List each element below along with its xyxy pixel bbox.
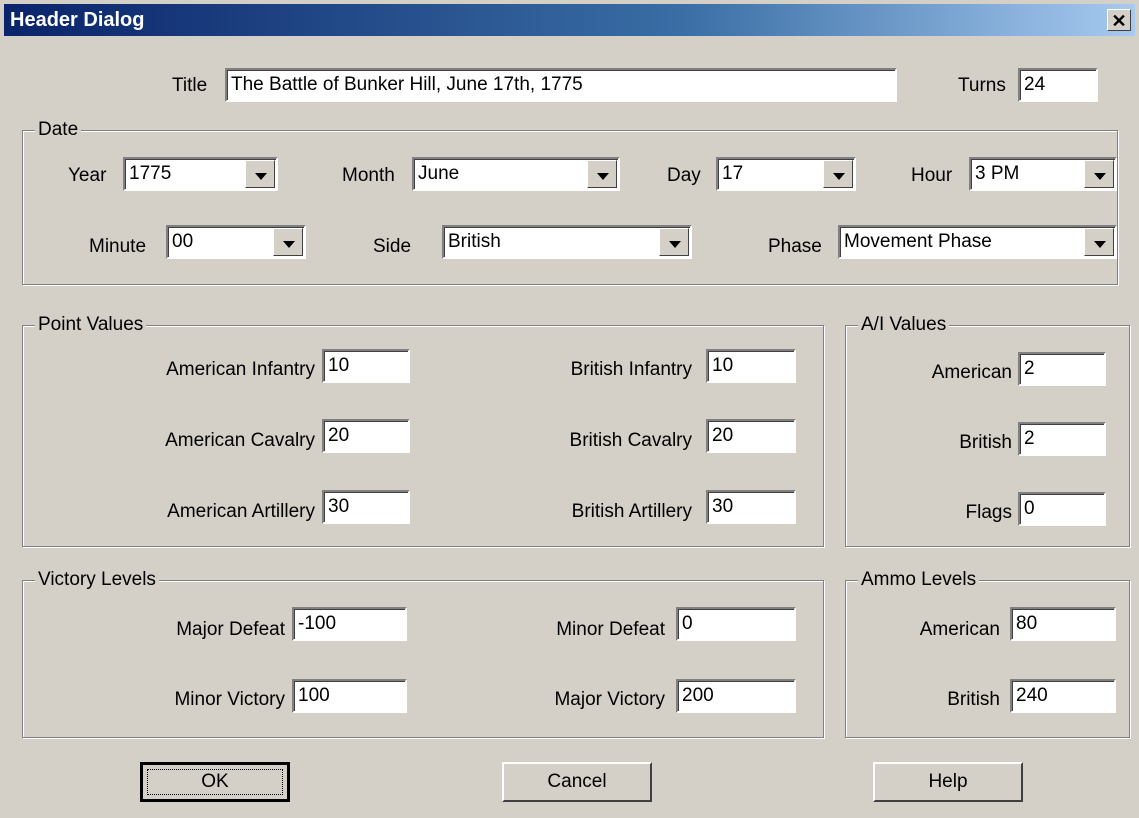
british-cavalry-value: 20 [712, 425, 734, 446]
side-label: Side [373, 236, 412, 257]
american-infantry-label: American Infantry [166, 359, 315, 380]
chevron-down-icon[interactable] [273, 228, 303, 256]
major-defeat-label: Major Defeat [176, 619, 285, 640]
phase-select[interactable]: Movement Phase [838, 225, 1117, 259]
ammo-american-input[interactable]: 80 [1010, 607, 1116, 641]
phase-label: Phase [768, 236, 822, 257]
minor-victory-label: Minor Victory [174, 689, 285, 710]
ammo-british-input[interactable]: 240 [1010, 679, 1116, 713]
minor-defeat-value: 0 [682, 613, 693, 634]
ai-flags-value: 0 [1024, 498, 1035, 519]
title-input-value: The Battle of Bunker Hill, June 17th, 17… [231, 74, 583, 95]
date-group: Date [22, 118, 1118, 285]
turns-input-value: 24 [1024, 74, 1046, 95]
british-artillery-label: British Artillery [571, 501, 692, 522]
help-button[interactable]: Help [873, 762, 1023, 802]
close-icon: ✕ [1111, 11, 1127, 31]
ammo-american-label: American [919, 619, 1000, 640]
chevron-down-icon[interactable] [245, 160, 275, 188]
british-infantry-value: 10 [712, 355, 734, 376]
british-infantry-label: British Infantry [570, 359, 692, 380]
ai-values-legend: A/I Values [858, 313, 950, 337]
minute-label: Minute [89, 236, 147, 257]
ai-flags-input[interactable]: 0 [1018, 492, 1106, 526]
major-victory-value: 200 [682, 685, 714, 706]
minor-victory-value: 100 [298, 685, 330, 706]
victory-levels-group: Victory Levels [22, 568, 824, 738]
ai-british-label: British [959, 432, 1012, 453]
british-artillery-input[interactable]: 30 [706, 490, 796, 524]
side-select-value: British [448, 231, 501, 252]
ok-button[interactable]: OK [140, 762, 290, 802]
ammo-levels-group: Ammo Levels [845, 568, 1130, 738]
american-cavalry-label: American Cavalry [165, 430, 315, 451]
american-cavalry-input[interactable]: 20 [322, 419, 410, 453]
major-defeat-input[interactable]: -100 [292, 607, 407, 641]
day-label: Day [667, 165, 701, 186]
victory-levels-legend: Victory Levels [35, 568, 159, 592]
ai-american-label: American [931, 362, 1012, 383]
side-select[interactable]: British [442, 225, 692, 259]
ai-american-input[interactable]: 2 [1018, 352, 1106, 386]
turns-label: Turns [958, 75, 1006, 96]
month-select-value: June [418, 163, 460, 184]
american-artillery-value: 30 [328, 496, 350, 517]
ai-american-value: 2 [1024, 358, 1035, 379]
major-defeat-value: -100 [298, 613, 337, 634]
month-select[interactable]: June [412, 157, 620, 191]
american-cavalry-value: 20 [328, 425, 350, 446]
american-artillery-label: American Artillery [167, 501, 315, 522]
british-cavalry-input[interactable]: 20 [706, 419, 796, 453]
year-select[interactable]: 1775 [123, 157, 278, 191]
header-dialog: Header Dialog ✕ Title The Battle of Bunk… [0, 0, 1139, 818]
ammo-levels-legend: Ammo Levels [858, 568, 980, 592]
help-button-label: Help [928, 771, 968, 792]
chevron-down-icon[interactable] [1084, 160, 1114, 188]
minute-select-value: 00 [172, 231, 194, 252]
chevron-down-icon[interactable] [823, 160, 853, 188]
ai-british-input[interactable]: 2 [1018, 422, 1106, 456]
american-infantry-input[interactable]: 10 [322, 349, 410, 383]
ai-flags-label: Flags [965, 502, 1012, 523]
minor-victory-input[interactable]: 100 [292, 679, 407, 713]
date-legend: Date [35, 118, 82, 142]
major-victory-label: Major Victory [554, 689, 665, 710]
british-infantry-input[interactable]: 10 [706, 349, 796, 383]
ai-british-value: 2 [1024, 428, 1035, 449]
window-title: Header Dialog [10, 9, 145, 31]
hour-select[interactable]: 3 PM [969, 157, 1117, 191]
turns-input[interactable]: 24 [1018, 68, 1098, 102]
minor-defeat-input[interactable]: 0 [676, 607, 796, 641]
ammo-british-label: British [947, 689, 1000, 710]
ammo-british-value: 240 [1016, 685, 1048, 706]
british-cavalry-label: British Cavalry [569, 430, 692, 451]
close-button[interactable]: ✕ [1107, 9, 1131, 31]
month-label: Month [342, 165, 395, 186]
chevron-down-icon[interactable] [1084, 228, 1114, 256]
focus-rect [147, 769, 283, 795]
ammo-american-value: 80 [1016, 613, 1038, 634]
hour-label: Hour [911, 165, 953, 186]
title-input[interactable]: The Battle of Bunker Hill, June 17th, 17… [225, 68, 897, 102]
major-victory-input[interactable]: 200 [676, 679, 796, 713]
american-artillery-input[interactable]: 30 [322, 490, 410, 524]
cancel-button-label: Cancel [547, 771, 607, 792]
year-select-value: 1775 [129, 163, 172, 184]
title-bar[interactable]: Header Dialog ✕ [4, 4, 1135, 36]
day-select[interactable]: 17 [716, 157, 856, 191]
year-label: Year [68, 165, 107, 186]
chevron-down-icon[interactable] [659, 228, 689, 256]
hour-select-value: 3 PM [975, 163, 1020, 184]
minute-select[interactable]: 00 [166, 225, 306, 259]
cancel-button[interactable]: Cancel [502, 762, 652, 802]
point-values-legend: Point Values [35, 313, 147, 337]
chevron-down-icon[interactable] [587, 160, 617, 188]
minor-defeat-label: Minor Defeat [556, 619, 665, 640]
day-select-value: 17 [722, 163, 744, 184]
british-artillery-value: 30 [712, 496, 734, 517]
phase-select-value: Movement Phase [844, 231, 992, 252]
title-label: Title [172, 75, 208, 96]
american-infantry-value: 10 [328, 355, 350, 376]
